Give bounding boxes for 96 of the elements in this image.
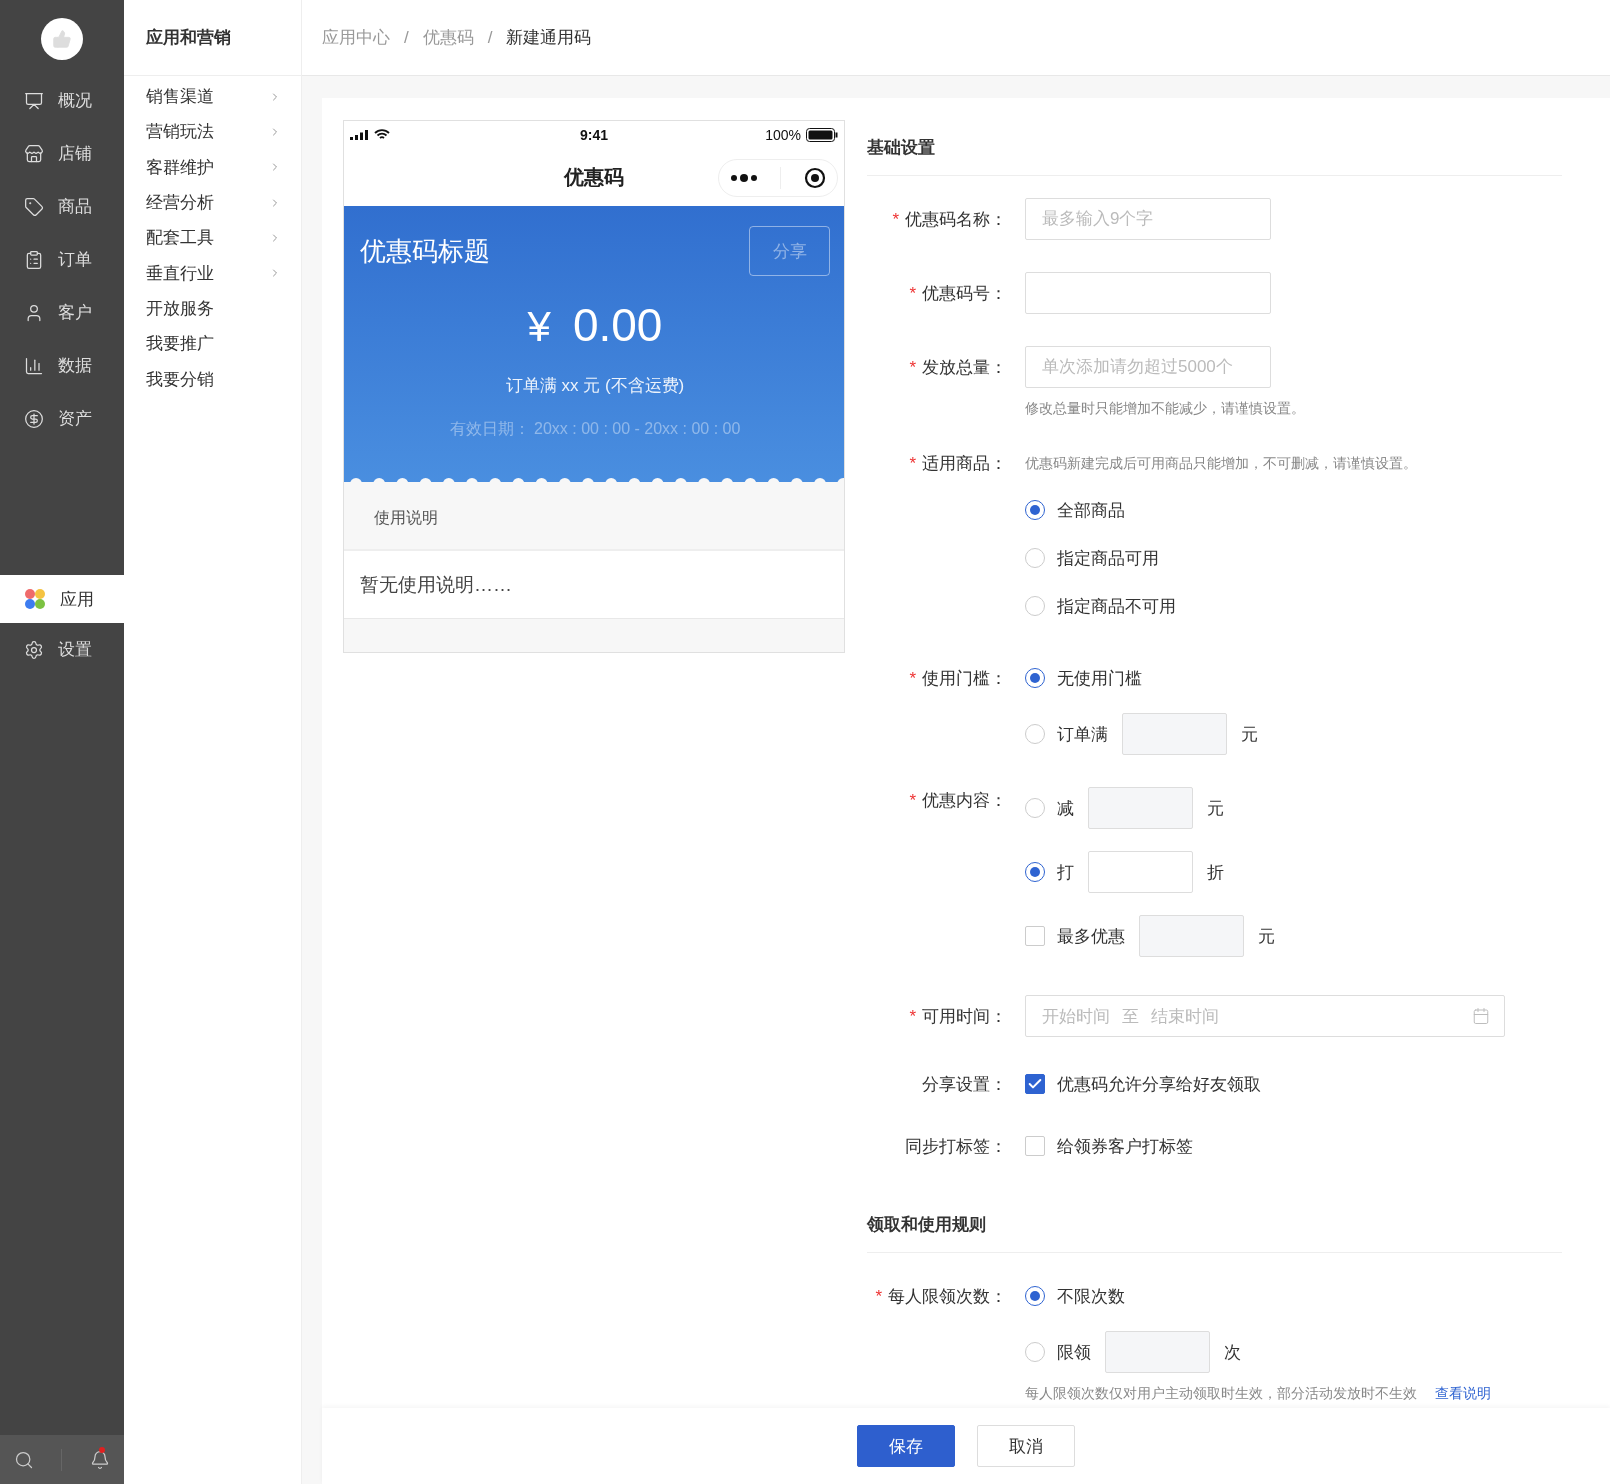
sidebar-item[interactable]: 数据 [0, 339, 124, 392]
radio-button[interactable] [1025, 500, 1045, 520]
usage-heading: 使用说明 [344, 488, 844, 551]
radio-button[interactable] [1025, 668, 1045, 688]
field-label: 分享设置： [921, 1074, 1007, 1096]
submenu-item[interactable]: 我要分销 [124, 361, 301, 397]
option-label: 给领券客户打标签 [1057, 1135, 1193, 1158]
option-label: 减 [1057, 797, 1074, 820]
input-field[interactable] [1088, 851, 1193, 893]
option-label: 无使用门槛 [1057, 667, 1142, 690]
sidebar-item[interactable]: 客户 [0, 286, 124, 339]
sidebar-item[interactable]: 店铺 [0, 127, 124, 180]
coupon-validity: 有效日期： 20xx : 00 : 00 - 20xx : 00 : 00 [448, 419, 742, 439]
tag-icon [24, 196, 44, 217]
field-label: * 适用商品： [908, 453, 1007, 475]
checkbox[interactable] [1025, 1074, 1045, 1094]
input-field[interactable] [1105, 1331, 1210, 1373]
presentation-icon [24, 90, 44, 111]
field-label: * 可用时间： [908, 1006, 1007, 1028]
field-label: * 优惠内容： [908, 790, 1007, 812]
option-label: 打 [1057, 861, 1074, 884]
sidebar-item[interactable]: 概况 [0, 74, 124, 127]
submenu-title: 应用和营销 [124, 0, 301, 76]
submenu-item[interactable]: 配套工具 [124, 220, 301, 256]
search-icon[interactable] [13, 1449, 34, 1470]
option-label: 最多优惠 [1057, 925, 1125, 948]
input-field[interactable] [1139, 915, 1244, 957]
option-label: 不限次数 [1057, 1285, 1125, 1308]
settings-icon [24, 639, 44, 660]
submenu-item[interactable]: 开放服务 [124, 290, 301, 327]
radio-button[interactable] [1025, 862, 1045, 882]
breadcrumb-link[interactable]: 新建通用码 [506, 26, 592, 49]
note-text: 优惠码新建完成后可用商品只能增加，不可删减，请谨慎设置。 [1025, 454, 1418, 473]
field-label: * 优惠码号： [908, 283, 1007, 305]
radio-button[interactable] [1025, 1286, 1045, 1306]
target-icon[interactable] [803, 167, 826, 189]
field-label: * 每人限领次数： [874, 1286, 1007, 1308]
cancel-button[interactable]: 取消 [977, 1425, 1075, 1467]
unit-label: 折 [1207, 861, 1224, 884]
submenu-item[interactable]: 经营分析 [124, 184, 301, 221]
sidebar-item[interactable]: 设置 [0, 623, 124, 676]
option-label: 限领 [1057, 1341, 1091, 1364]
coupon-amount: 0.00 [572, 298, 663, 352]
apps-icon [24, 588, 46, 610]
sidebar-item[interactable]: 订单 [0, 233, 124, 286]
signal-icon [350, 130, 368, 140]
wifi-icon [374, 129, 390, 141]
option-label: 指定商品可用 [1057, 547, 1159, 570]
coupon-title: 优惠码标题 [360, 235, 490, 268]
submenu-item[interactable]: 垂直行业 [124, 255, 301, 291]
section-title: 领取和使用规则 [867, 1197, 1562, 1253]
submenu-item[interactable]: 营销玩法 [124, 114, 301, 150]
input-field[interactable]: 单次添加请勿超过5000个 [1025, 346, 1271, 388]
submenu-item[interactable]: 我要推广 [124, 326, 301, 362]
submenu-item[interactable]: 销售渠道 [124, 79, 301, 115]
calendar-icon [1472, 1007, 1490, 1025]
submenu-item[interactable]: 客群维护 [124, 149, 301, 185]
bell-icon[interactable] [90, 1449, 111, 1470]
section-title: 基础设置 [867, 120, 1562, 176]
input-field[interactable] [1122, 713, 1227, 755]
hint-text: 每人限领次数仅对用户主动领取时生效，部分活动发放时不生效 [1025, 1385, 1417, 1401]
currency-symbol: ¥ [527, 303, 551, 351]
logo [41, 18, 83, 60]
field-label: 同步打标签： [904, 1136, 1007, 1158]
nav-title: 优惠码 [564, 165, 624, 190]
option-label: 全部商品 [1057, 499, 1125, 522]
store-icon [24, 143, 44, 164]
unit-label: 次 [1224, 1341, 1241, 1364]
option-label: 优惠码允许分享给好友领取 [1057, 1073, 1261, 1096]
input-field[interactable] [1025, 272, 1271, 314]
field-label: * 优惠码名称： [891, 209, 1007, 231]
save-button[interactable]: 保存 [857, 1425, 955, 1467]
coin-icon [24, 408, 44, 429]
bar-chart-icon [24, 355, 44, 376]
input-field[interactable]: 最多输入9个字 [1025, 198, 1271, 240]
unit-label: 元 [1258, 925, 1275, 948]
sidebar-item[interactable]: 资产 [0, 392, 124, 445]
battery-percent: 100% [765, 127, 801, 143]
document-icon [24, 249, 44, 270]
battery-icon [806, 128, 838, 142]
field-label: * 发放总量： [908, 357, 1007, 379]
hint-text: 修改总量时只能增加不能减少，请谨慎设置。 [1025, 400, 1306, 418]
breadcrumb-separator: / [487, 27, 493, 48]
status-time: 9:41 [580, 127, 608, 143]
help-link[interactable]: 查看说明 [1435, 1385, 1491, 1401]
sidebar-item[interactable]: 商品 [0, 180, 124, 233]
coupon-condition: 订单满 xx 元 (不含运费) [504, 375, 686, 397]
unit-label: 元 [1207, 797, 1224, 820]
sidebar-item[interactable]: 应用 [0, 575, 124, 623]
breadcrumb-separator: / [404, 27, 409, 48]
option-label: 订单满 [1057, 723, 1108, 746]
input-field[interactable] [1088, 787, 1193, 829]
field-label: * 使用门槛： [908, 668, 1007, 690]
more-icon[interactable] [730, 174, 757, 182]
unit-label: 元 [1241, 723, 1258, 746]
option-label: 指定商品不可用 [1057, 595, 1176, 618]
